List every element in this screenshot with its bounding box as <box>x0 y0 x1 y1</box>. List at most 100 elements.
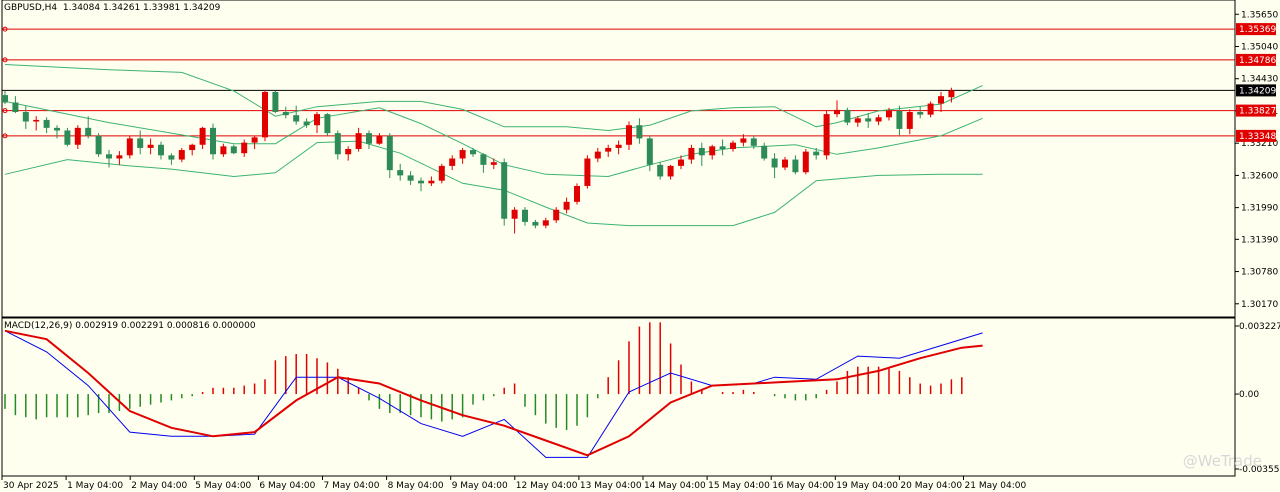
candle-body <box>407 175 414 181</box>
time-tick-label: 7 May 04:00 <box>324 481 380 491</box>
time-tick-label: 9 May 04:00 <box>452 481 508 491</box>
candle-body <box>792 159 799 173</box>
candle-body <box>854 118 861 123</box>
candle-body <box>230 146 237 154</box>
main-panel-frame <box>1 0 1236 318</box>
candle-body <box>542 220 549 226</box>
candle-body <box>106 154 112 159</box>
candle-body <box>251 137 258 143</box>
time-tick-label: 15 May 04:00 <box>708 481 770 491</box>
candle-body <box>740 138 747 143</box>
candle-body <box>823 114 830 156</box>
candle-body <box>574 185 580 202</box>
candle-body <box>553 209 560 221</box>
candle-body <box>293 115 300 122</box>
candle-body <box>178 150 185 160</box>
candle-body <box>615 144 622 148</box>
candle-body <box>158 144 164 156</box>
candle-body <box>605 147 612 152</box>
candle-body <box>532 221 539 226</box>
candle-body <box>116 155 123 159</box>
time-tick-label: 6 May 04:00 <box>259 481 315 491</box>
time-tick-label: 5 May 04:00 <box>195 481 251 491</box>
candle-body <box>459 150 466 159</box>
time-tick-label: 14 May 04:00 <box>644 481 706 491</box>
candle-body <box>584 158 591 186</box>
candle-body <box>761 145 768 159</box>
price-tick-label: 1.32600 <box>1241 171 1278 181</box>
candle-body <box>210 127 216 155</box>
macd-panel-frame <box>1 317 1236 477</box>
candle-body <box>386 135 393 171</box>
bollinger-upper-band <box>4 64 983 132</box>
candle-body <box>522 209 528 222</box>
time-tick-label: 30 Apr 2025 <box>3 481 59 491</box>
candle-body <box>345 148 352 155</box>
candle-body <box>813 151 820 156</box>
candle-body <box>334 133 341 155</box>
candle-body <box>241 142 248 154</box>
candle-body <box>875 117 882 122</box>
candle-body <box>511 209 518 219</box>
candle-body <box>355 133 362 149</box>
chart-canvas: 1.356501.350401.344301.338211.332101.326… <box>1 0 1280 491</box>
time-tick-label: 8 May 04:00 <box>388 481 444 491</box>
candle-body <box>844 109 851 123</box>
candle-body <box>64 130 71 145</box>
candle-body <box>501 162 508 219</box>
candle-body <box>771 158 778 168</box>
candle-body <box>750 138 757 146</box>
candle-body <box>54 127 60 131</box>
candle-body <box>667 165 674 177</box>
level-price-label: 1.35369 <box>1239 25 1276 35</box>
candle-body <box>678 159 684 166</box>
candle-body <box>730 142 736 149</box>
candle-body <box>470 150 476 155</box>
macd-tick-label: 0.00 <box>1239 390 1259 400</box>
candle-body <box>314 114 320 126</box>
candle-body <box>189 144 196 151</box>
time-tick-label: 16 May 04:00 <box>772 481 834 491</box>
macd-header: MACD(12,26,9) 0.002919 0.002291 0.000816… <box>4 321 256 331</box>
price-tick-label: 1.35650 <box>1241 10 1278 20</box>
candle-body <box>262 91 268 138</box>
candle-body <box>480 154 487 165</box>
candle-body <box>865 118 872 122</box>
candle-body <box>418 180 424 184</box>
candle-body <box>438 165 445 181</box>
current-price-label: 1.34209 <box>1239 86 1276 96</box>
time-tick-label: 20 May 04:00 <box>900 481 962 491</box>
macd-signal-line <box>4 329 983 457</box>
candle-body <box>719 146 726 149</box>
candle-body <box>2 95 8 103</box>
time-tick-label: 12 May 04:00 <box>516 481 578 491</box>
candle-body <box>126 138 133 156</box>
price-tick-label: 1.30780 <box>1241 268 1278 278</box>
candle-body <box>886 110 892 118</box>
candle-body <box>74 127 81 145</box>
candle-body <box>22 112 29 122</box>
candle-body <box>657 164 664 177</box>
price-tick-label: 1.31990 <box>1241 204 1278 214</box>
candle-body <box>563 201 570 210</box>
candle-body <box>12 102 19 113</box>
candle-body <box>688 147 695 160</box>
candle-body <box>199 127 206 145</box>
watermark-logo: @WeTrade <box>1182 452 1262 470</box>
time-tick-label: 2 May 04:00 <box>131 481 187 491</box>
macd-tick-label: 0.003227 <box>1239 322 1280 332</box>
candle-body <box>927 103 934 115</box>
candle-body <box>636 125 643 139</box>
candle-body <box>43 119 50 128</box>
candle-body <box>137 138 144 148</box>
candle-body <box>428 180 435 184</box>
candle-body <box>303 121 310 126</box>
candle-body <box>147 144 154 148</box>
candle-body <box>397 170 404 176</box>
time-tick-label: 13 May 04:00 <box>580 481 642 491</box>
price-tick-label: 1.34430 <box>1241 75 1278 85</box>
candle-body <box>917 112 924 115</box>
candle-body <box>449 158 456 166</box>
candle-body <box>282 112 289 116</box>
time-tick-label: 1 May 04:00 <box>67 481 123 491</box>
